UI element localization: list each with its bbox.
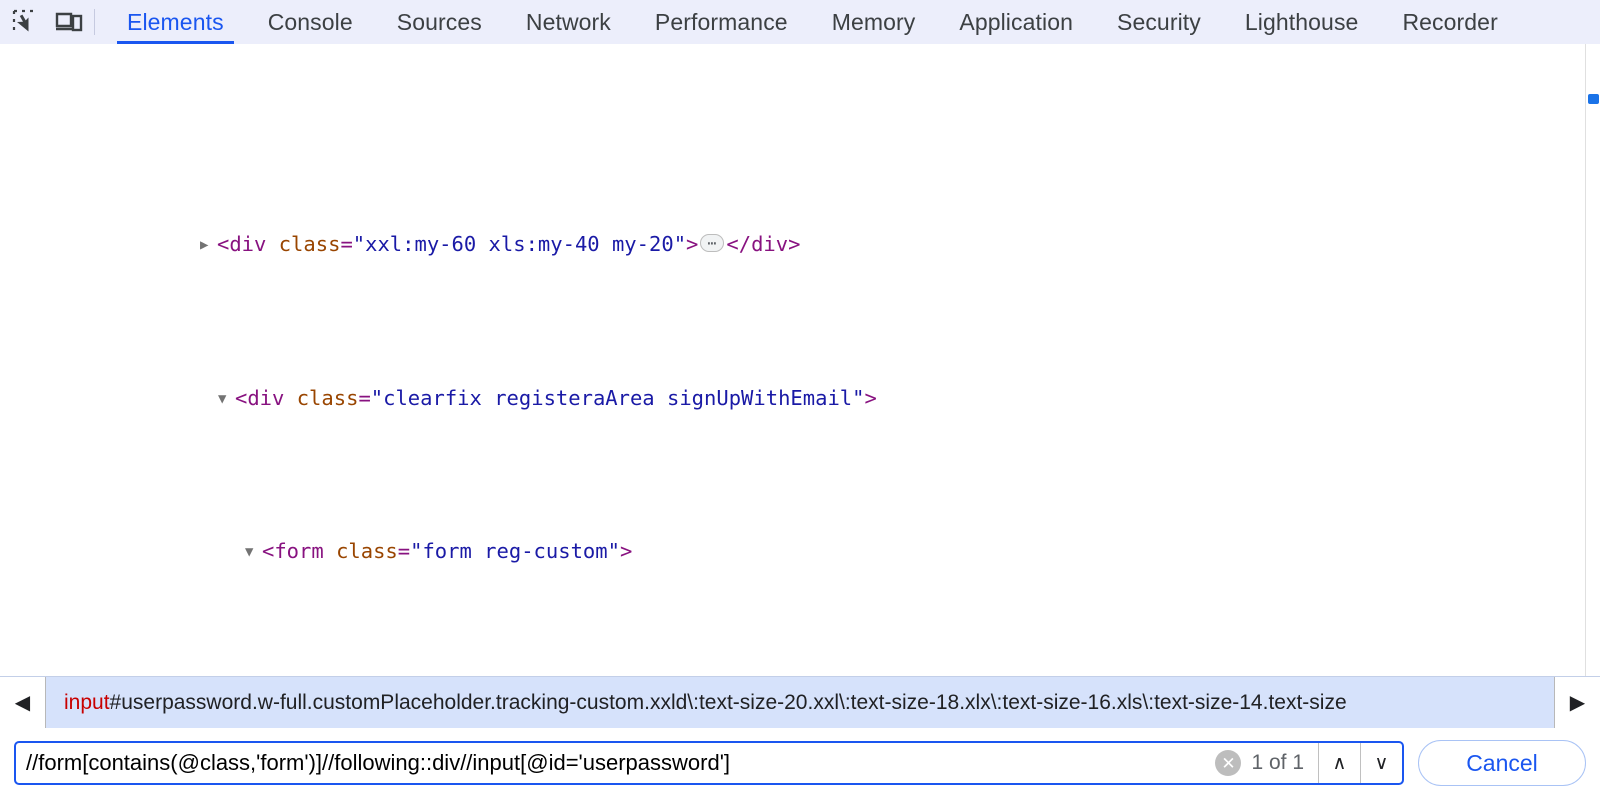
search-bar: ✕ 1 of 1 ∧ ∨ Cancel — [0, 728, 1600, 798]
dom-node-div-my20[interactable]: <div class="xxl:my-60 xls:my-40 my-20">⋯… — [0, 229, 1600, 261]
devtools-toolbar: Elements Console Sources Network Perform… — [0, 0, 1600, 44]
expand-triangle-icon[interactable] — [200, 230, 217, 261]
collapse-triangle-icon[interactable] — [218, 384, 235, 415]
tab-performance[interactable]: Performance — [633, 0, 810, 44]
tab-recorder[interactable]: Recorder — [1380, 0, 1519, 44]
breadcrumb-path[interactable]: input #userpassword.w-full.customPlacehol… — [46, 677, 1554, 728]
tab-security[interactable]: Security — [1095, 0, 1223, 44]
dom-node-div-registerarea[interactable]: <div class="clearfix registeraArea signU… — [0, 383, 1600, 415]
search-field-wrapper[interactable]: ✕ 1 of 1 ∧ ∨ — [14, 741, 1404, 785]
tab-memory[interactable]: Memory — [810, 0, 938, 44]
tab-network[interactable]: Network — [504, 0, 633, 44]
breadcrumb-node-name[interactable]: input — [64, 691, 110, 715]
breadcrumb-node-path: #userpassword.w-full.customPlaceholder.t… — [109, 690, 1347, 714]
inspect-element-icon[interactable] — [10, 7, 40, 37]
cancel-button[interactable]: Cancel — [1418, 740, 1586, 786]
tab-sources[interactable]: Sources — [375, 0, 504, 44]
previous-match-button[interactable]: ∧ — [1318, 743, 1360, 783]
toolbar-icon-group — [0, 0, 90, 44]
dom-tree-scrollbar[interactable] — [1585, 44, 1600, 676]
panel-tabs: Elements Console Sources Network Perform… — [105, 0, 1520, 44]
collapsed-content-icon[interactable]: ⋯ — [700, 234, 725, 252]
dom-node-form[interactable]: <form class="form reg-custom"> — [0, 536, 1600, 568]
match-count-label: 1 of 1 — [1251, 751, 1304, 774]
next-match-button[interactable]: ∨ — [1360, 743, 1402, 783]
scrollbar-thumb[interactable] — [1588, 94, 1599, 104]
tab-application[interactable]: Application — [937, 0, 1095, 44]
toolbar-divider — [94, 9, 95, 35]
breadcrumb-scroll-left-icon[interactable]: ◀ — [0, 677, 46, 728]
device-toolbar-icon[interactable] — [54, 7, 84, 37]
tab-elements[interactable]: Elements — [105, 0, 246, 44]
devtools-window: Elements Console Sources Network Perform… — [0, 0, 1600, 798]
tab-lighthouse[interactable]: Lighthouse — [1223, 0, 1381, 44]
tab-console[interactable]: Console — [246, 0, 375, 44]
search-input[interactable] — [16, 743, 1216, 783]
collapse-triangle-icon[interactable] — [245, 537, 262, 568]
breadcrumb-scroll-right-icon[interactable]: ▶ — [1554, 677, 1600, 728]
breadcrumb: ◀ input #userpassword.w-full.customPlaceh… — [0, 676, 1600, 728]
clear-search-icon[interactable]: ✕ — [1215, 750, 1242, 776]
dom-tree-panel[interactable]: <div class="xxl:my-60 xls:my-40 my-20">⋯… — [0, 44, 1600, 676]
